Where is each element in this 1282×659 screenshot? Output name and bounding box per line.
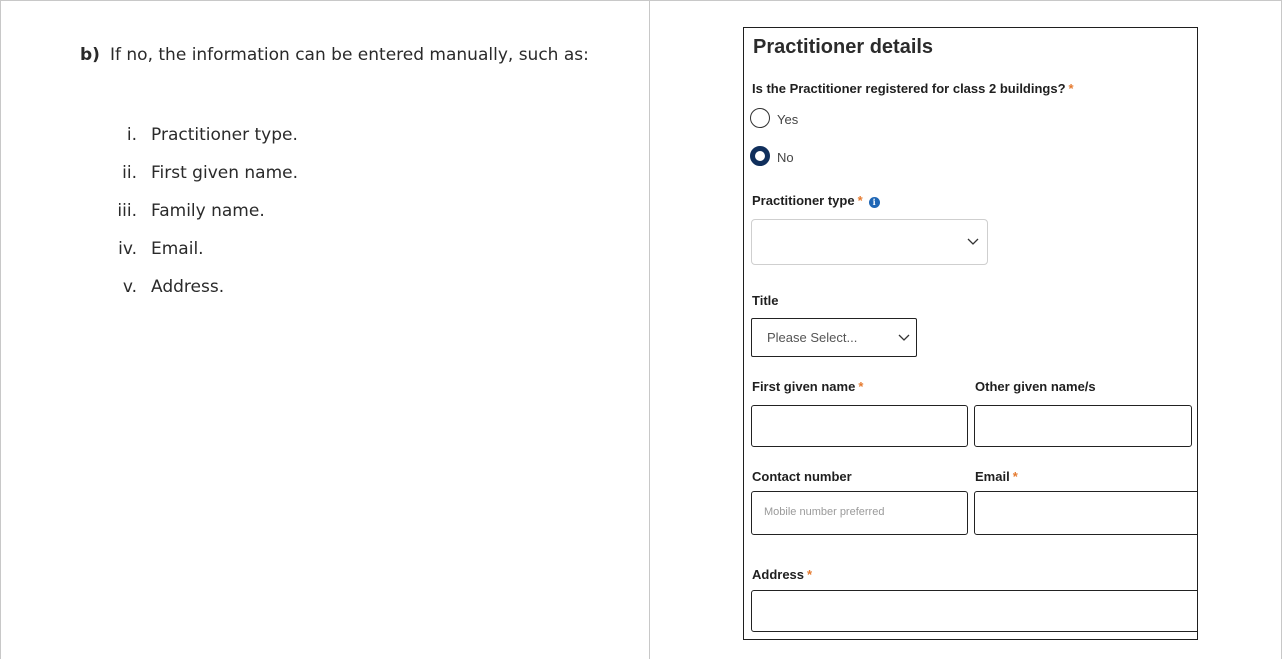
other-names-label: Other given name/s	[975, 379, 1096, 394]
table-column-divider	[649, 0, 650, 659]
title-select-value: Please Select...	[767, 330, 858, 345]
first-name-label: First given name *	[752, 379, 863, 394]
table-border-left	[0, 0, 1, 659]
radio-no-label: No	[777, 150, 794, 165]
required-mark: *	[858, 379, 864, 394]
other-names-input[interactable]	[974, 405, 1192, 447]
title-select[interactable]: Please Select...	[751, 318, 917, 357]
first-name-input[interactable]	[751, 405, 968, 447]
title-label: Title	[752, 293, 779, 308]
practitioner-type-text: Practitioner type	[752, 193, 855, 208]
required-mark: *	[857, 193, 863, 208]
list-item: iv. Email.	[80, 236, 640, 274]
step-text: If no, the information can be entered ma…	[110, 45, 589, 65]
info-icon[interactable]: i	[868, 197, 880, 208]
list-item: i. Practitioner type.	[80, 122, 640, 160]
list-number: iii.	[117, 201, 137, 221]
chevron-down-icon	[898, 334, 910, 341]
class2-question-text: Is the Practitioner registered for class…	[752, 81, 1066, 96]
list-number: iv.	[118, 239, 137, 259]
list-text: Family name.	[151, 201, 265, 221]
email-label: Email *	[975, 469, 1018, 484]
list-text: First given name.	[151, 163, 299, 183]
required-mark: *	[1012, 469, 1018, 484]
email-text: Email	[975, 469, 1010, 484]
class2-question-label: Is the Practitioner registered for class…	[752, 81, 1074, 96]
first-name-text: First given name	[752, 379, 856, 394]
contact-number-input[interactable]: Mobile number preferred	[751, 491, 968, 535]
table-border-top	[0, 0, 1282, 1]
radio-yes-label: Yes	[777, 112, 799, 127]
address-label: Address *	[752, 567, 812, 582]
step-marker: b)	[80, 45, 100, 65]
list-number: ii.	[122, 163, 137, 183]
address-text: Address	[752, 567, 805, 582]
list-text: Address.	[151, 277, 225, 297]
form-title: Practitioner details	[753, 36, 934, 58]
list-item: ii. First given name.	[80, 160, 640, 198]
required-mark: *	[807, 567, 813, 582]
practitioner-type-select[interactable]	[751, 219, 988, 265]
radio-no[interactable]	[750, 146, 770, 166]
list-number: v.	[122, 277, 137, 297]
practitioner-form-panel: Practitioner details Is the Practitioner…	[743, 27, 1198, 640]
practitioner-type-label: Practitioner type * i	[752, 193, 880, 208]
contact-number-label: Contact number	[752, 469, 852, 484]
chevron-down-icon	[967, 238, 979, 245]
contact-number-placeholder: Mobile number preferred	[764, 506, 885, 518]
list-number: i.	[126, 125, 137, 145]
list-item: iii. Family name.	[80, 198, 640, 236]
email-input[interactable]	[974, 491, 1197, 535]
address-input[interactable]	[751, 590, 1197, 632]
list-item: v. Address.	[80, 274, 640, 312]
radio-yes[interactable]	[750, 108, 770, 128]
required-mark: *	[1068, 81, 1074, 96]
list-text: Practitioner type.	[151, 125, 298, 145]
list-text: Email.	[151, 239, 204, 259]
